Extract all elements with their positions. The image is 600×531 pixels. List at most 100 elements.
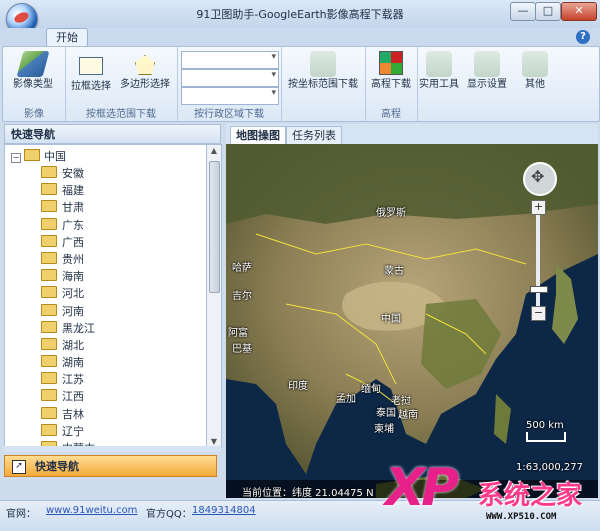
tree-item-province[interactable]: 福建 (41, 182, 95, 199)
display-settings-button[interactable]: 显示设置 (465, 51, 509, 91)
tools-button[interactable]: 实用工具 (417, 51, 461, 91)
tree-item-province[interactable]: 吉林 (41, 406, 95, 423)
map-label: 孟加 (336, 394, 356, 405)
tree-item-province[interactable]: 黑龙江 (41, 320, 95, 337)
map-label: 越南 (398, 410, 418, 421)
zoom-slider-thumb[interactable] (530, 286, 548, 293)
tree-item-province[interactable]: 河南 (41, 303, 95, 320)
tree-root[interactable]: − 中国 (11, 148, 66, 164)
tab-map[interactable]: 地图操图 (230, 126, 286, 144)
tree-item-province[interactable]: 广东 (41, 217, 95, 234)
tree-item-label: 江西 (62, 390, 84, 404)
close-button[interactable]: ✕ (561, 2, 597, 21)
folder-icon (41, 166, 57, 178)
tools-icon (426, 51, 452, 77)
group-select: 拉框选择 多边形选择 按框选范围下载 (65, 47, 178, 121)
ribbon-tab-bar (0, 28, 600, 46)
folder-icon (41, 406, 57, 419)
satellite-map[interactable]: 俄罗斯 蒙古 中国 哈萨 吉尔 阿富 巴基 印度 孟加 缅甸 泰国 越南 老挝 … (226, 144, 598, 498)
map-label: 中国 (381, 314, 401, 325)
map-label: 蒙古 (384, 266, 404, 277)
map-label: 哈萨 (232, 263, 252, 274)
zoom-out-button[interactable]: − (531, 306, 546, 321)
scale-ratio: 1:63,000,277 (516, 462, 583, 473)
minimize-button[interactable]: — (510, 2, 536, 21)
province-select[interactable] (181, 51, 279, 69)
city-select[interactable] (181, 69, 279, 87)
tree-item-province[interactable]: 江苏 (41, 371, 95, 388)
watermark-site-name: 系统之家 (478, 481, 583, 511)
map-tab-bar: 地图操图 任务列表 (226, 124, 598, 145)
group-region: 按行政区域下载 (177, 47, 282, 121)
coord-download-button[interactable]: 按坐标范围下载 (285, 51, 361, 91)
folder-icon (41, 337, 57, 350)
tree-item-province[interactable]: 贵州 (41, 251, 95, 268)
image-type-button[interactable]: 影像类型 (11, 51, 55, 91)
title-bar: 91卫图助手-GoogleEarth影像高程下载器 — □ ✕ (0, 0, 600, 35)
group-coord: 按坐标范围下载 (281, 47, 366, 121)
tree-item-label: 黑龙江 (62, 321, 95, 335)
tree-item-province[interactable]: 河北 (41, 285, 95, 302)
county-select[interactable] (181, 87, 279, 105)
arrow-icon: ➚ (12, 460, 26, 474)
maximize-button[interactable]: □ (535, 2, 561, 21)
elevation-download-button[interactable]: 高程下载 (369, 51, 413, 91)
folder-icon (41, 183, 57, 196)
tab-task-list[interactable]: 任务列表 (286, 126, 342, 144)
tree-scrollbar[interactable]: ▲ ▼ (206, 144, 222, 448)
help-icon[interactable]: ? (576, 30, 590, 44)
tree-item-province[interactable]: 广西 (41, 234, 95, 251)
zoom-slider-track[interactable] (536, 204, 540, 319)
watermark-xp-logo: XP (385, 458, 459, 518)
map-label: 俄罗斯 (376, 208, 406, 219)
scroll-up-icon[interactable]: ▲ (207, 146, 221, 155)
tree-item-label: 福建 (62, 184, 84, 198)
tree-item-label: 吉林 (62, 407, 84, 421)
folder-icon (41, 234, 57, 247)
zoom-in-button[interactable]: + (531, 200, 546, 215)
tree-item-province[interactable]: 湖北 (41, 337, 95, 354)
other-icon (522, 51, 548, 77)
splitter[interactable] (4, 446, 221, 452)
tree-item-label: 湖南 (62, 356, 84, 370)
folder-icon (41, 423, 57, 436)
rectangle-icon (79, 57, 103, 75)
tree-item-province[interactable]: 安徽 (41, 165, 95, 182)
site-link[interactable]: www.91weitu.com (46, 505, 137, 516)
tree-item-label: 广西 (62, 235, 84, 249)
tree-item-province[interactable]: 海南 (41, 268, 95, 285)
tree-item-label: 海南 (62, 270, 84, 284)
scroll-down-icon[interactable]: ▼ (207, 437, 221, 446)
tree-item-label: 河南 (62, 304, 84, 318)
folder-icon (41, 251, 57, 264)
region-tree: −中国 安徽福建甘肃广东广西贵州海南河北河南黑龙江湖北湖南江苏江西吉林辽宁内蒙古 (4, 144, 208, 448)
scale-bar (526, 432, 566, 442)
nav-footer-button[interactable]: ➚ 快速导航 (4, 455, 217, 477)
polygon-select-button[interactable]: 多边形选择 (117, 51, 173, 91)
tab-start[interactable]: 开始 (46, 28, 88, 47)
tree-item-label: 广东 (62, 218, 84, 232)
rect-select-button[interactable]: 拉框选择 (69, 51, 113, 93)
other-button[interactable]: 其他 (513, 51, 557, 91)
tree-item-province[interactable]: 江西 (41, 388, 95, 405)
collapse-icon[interactable]: − (11, 153, 21, 163)
tree-item-province[interactable]: 甘肃 (41, 199, 95, 216)
map-label: 印度 (288, 381, 308, 392)
map-label: 巴基 (232, 344, 252, 355)
map-label: 吉尔 (232, 291, 252, 302)
nav-header: 快速导航 (4, 124, 221, 144)
folder-icon (24, 149, 40, 161)
pan-compass-icon[interactable] (523, 162, 557, 196)
tree-item-province[interactable]: 湖南 (41, 354, 95, 371)
folder-icon (41, 303, 57, 316)
site-label: 官网： (6, 509, 36, 520)
scroll-thumb[interactable] (209, 161, 220, 293)
tree-item-label: 湖北 (62, 338, 84, 352)
elevation-icon (379, 51, 403, 75)
tree-item-label: 贵州 (62, 252, 84, 266)
coordinate-icon (310, 51, 336, 77)
qq-link[interactable]: 1849314804 (192, 505, 256, 516)
folder-icon (41, 320, 57, 333)
tree-item-province[interactable]: 辽宁 (41, 423, 95, 440)
qq-label: 官方QQ： (146, 509, 192, 520)
